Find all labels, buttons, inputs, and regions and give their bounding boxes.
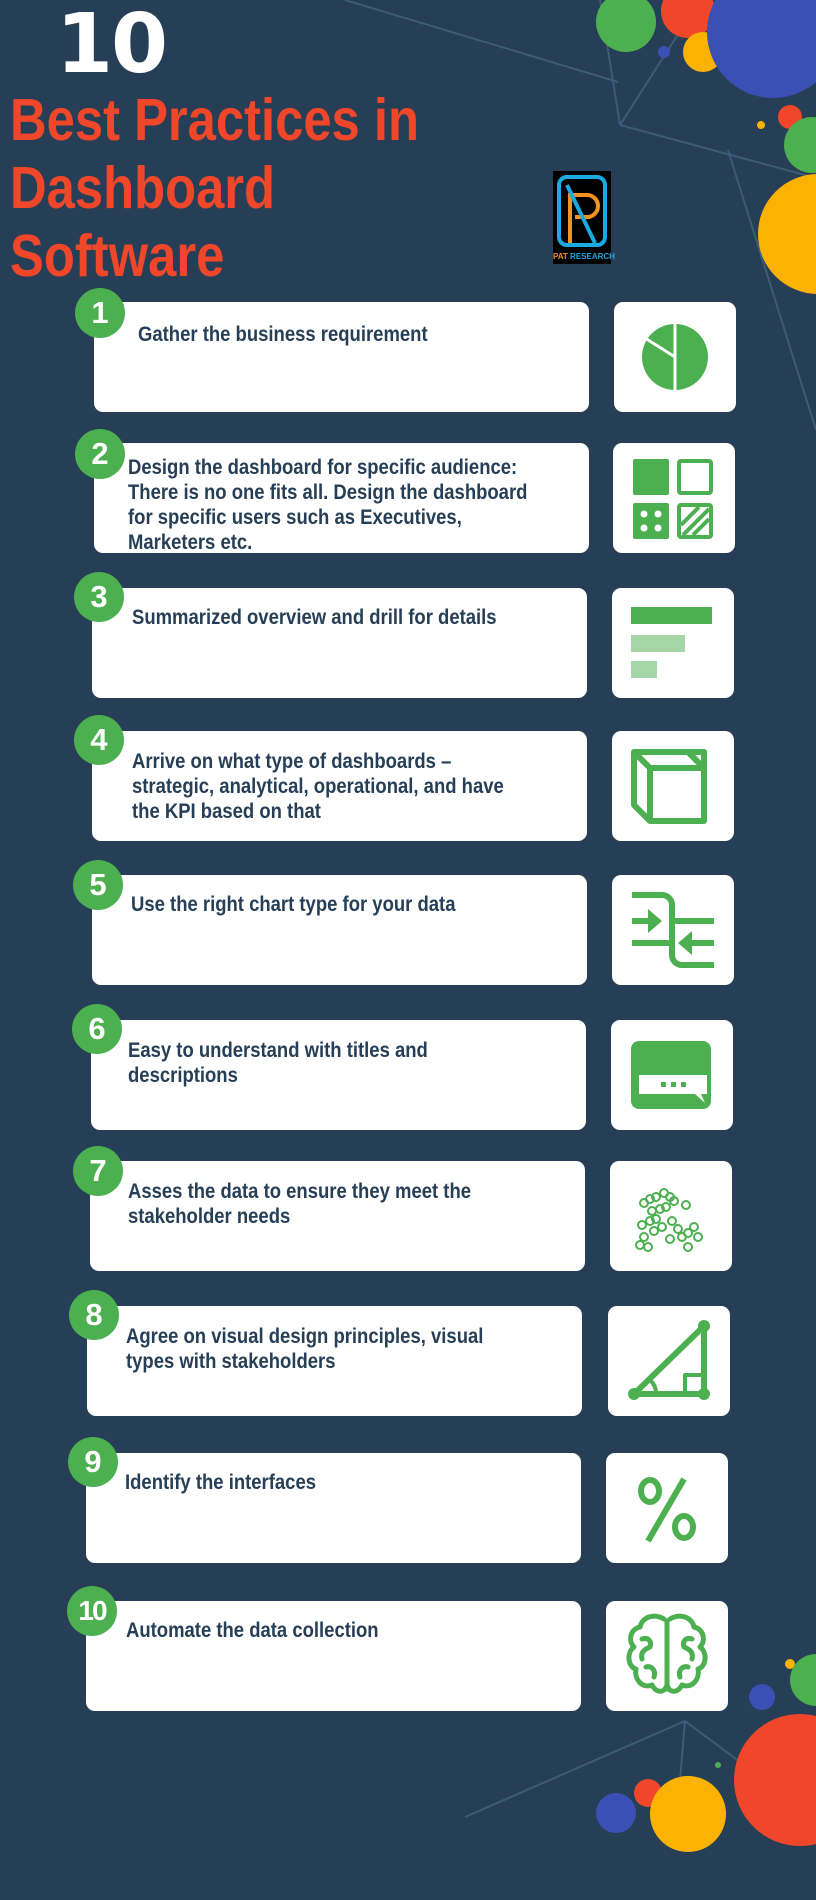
- scatter-dot: [673, 1224, 683, 1234]
- scatter-dot: [693, 1232, 703, 1242]
- practice-icon-box: [610, 1161, 732, 1271]
- practice-number-badge: 10: [67, 1586, 117, 1636]
- practice-number-badge: 1: [75, 288, 125, 338]
- logo-mark-icon: [557, 175, 607, 247]
- scatter-dot: [637, 1220, 647, 1230]
- practice-icon-box: [606, 1453, 728, 1563]
- decor-circle: [596, 1793, 636, 1833]
- practice-icon-box: [614, 302, 736, 412]
- practice-text: Gather the business requirement: [138, 323, 428, 346]
- scatter-dot: [683, 1242, 693, 1252]
- merge-arrows-icon: [632, 892, 714, 968]
- practice-text: Easy to understand with titles and descr…: [128, 1039, 428, 1087]
- practice-icon-box: [611, 1020, 733, 1130]
- grid-tiles-icon: [633, 459, 713, 539]
- practice-text: Asses the data to ensure they meet the s…: [128, 1180, 472, 1228]
- right-triangle-icon: [628, 1320, 710, 1400]
- practice-number-badge: 7: [73, 1146, 123, 1196]
- practice-card: Use the right chart type for your data: [92, 875, 587, 985]
- decor-circle: [790, 1654, 816, 1706]
- scatter-dot: [647, 1206, 657, 1216]
- scatter-dot: [657, 1222, 667, 1232]
- practice-card: Easy to understand with titles and descr…: [91, 1020, 586, 1130]
- practice-card: Identify the interfaces: [86, 1453, 581, 1563]
- practice-number-badge: 8: [69, 1290, 119, 1340]
- percent-icon: [638, 1477, 696, 1543]
- practice-text: Use the right chart type for your data: [131, 893, 456, 916]
- practice-card: Automate the data collection: [86, 1601, 581, 1711]
- decor-circle: [658, 46, 670, 58]
- decor-circle: [683, 32, 723, 72]
- practice-card: Arrive on what type of dashboards – stra…: [92, 731, 587, 841]
- decor-circle: [784, 117, 816, 173]
- pat-research-logo: PAT RESEARCH: [553, 171, 615, 264]
- brain-icon: [626, 1613, 708, 1694]
- decor-circle: [661, 0, 715, 38]
- practice-text: Summarized overview and drill for detail…: [132, 606, 497, 629]
- scatter-dot: [649, 1226, 659, 1236]
- decor-circle: [707, 0, 816, 98]
- practice-number-badge: 6: [72, 1004, 122, 1054]
- decor-circle: [650, 1776, 726, 1852]
- practice-card: Summarized overview and drill for detail…: [92, 588, 587, 698]
- decor-circle: [785, 1659, 795, 1669]
- chat-bubble-icon: [631, 1041, 711, 1109]
- practice-icon-box: [613, 443, 735, 553]
- practice-number-badge: 9: [68, 1437, 118, 1487]
- header-number: 10: [56, 0, 168, 92]
- practice-number-badge: 2: [75, 429, 125, 479]
- decor-circle: [758, 174, 816, 294]
- practice-text: Automate the data collection: [126, 1619, 379, 1642]
- logo-text: PAT RESEARCH: [553, 252, 615, 261]
- decor-circle: [778, 105, 802, 129]
- practice-text: Identify the interfaces: [125, 1471, 317, 1494]
- practice-icon-box: [612, 731, 734, 841]
- practice-card: Asses the data to ensure they meet the s…: [90, 1161, 585, 1271]
- practice-card: Agree on visual design principles, visua…: [87, 1306, 582, 1416]
- decor-circle: [715, 1762, 721, 1768]
- decor-circle: [634, 1779, 662, 1807]
- practice-icon-box: [608, 1306, 730, 1416]
- practice-number-badge: 3: [74, 572, 124, 622]
- pie-chart-icon: [642, 322, 708, 394]
- decor-circle: [749, 1684, 775, 1710]
- practice-card: Design the dashboard for specific audien…: [94, 443, 589, 554]
- scatter-dots-icon: [635, 1188, 703, 1252]
- cube-icon: [631, 749, 707, 824]
- scatter-dot: [643, 1242, 653, 1252]
- scatter-dot: [639, 1232, 649, 1242]
- decor-circle: [757, 121, 765, 129]
- practice-icon-box: [612, 588, 734, 698]
- practice-text: Agree on visual design principles, visua…: [126, 1325, 484, 1373]
- horizontal-bars-icon: [631, 607, 712, 678]
- practice-text: Design the dashboard for specific audien…: [128, 456, 528, 554]
- scatter-dot: [681, 1200, 691, 1210]
- practice-number-badge: 4: [74, 715, 124, 765]
- scatter-dot: [635, 1240, 645, 1250]
- decor-circle: [734, 1714, 816, 1846]
- scatter-dot: [689, 1222, 699, 1232]
- practice-number-badge: 5: [73, 860, 123, 910]
- practice-icon-box: [612, 875, 734, 985]
- practice-text: Arrive on what type of dashboards – stra…: [132, 750, 504, 823]
- decor-circle: [596, 0, 656, 52]
- scatter-dot: [665, 1234, 675, 1244]
- practice-card: Gather the business requirement: [94, 302, 589, 412]
- practice-icon-box: [606, 1601, 728, 1711]
- scatter-dot: [667, 1216, 677, 1226]
